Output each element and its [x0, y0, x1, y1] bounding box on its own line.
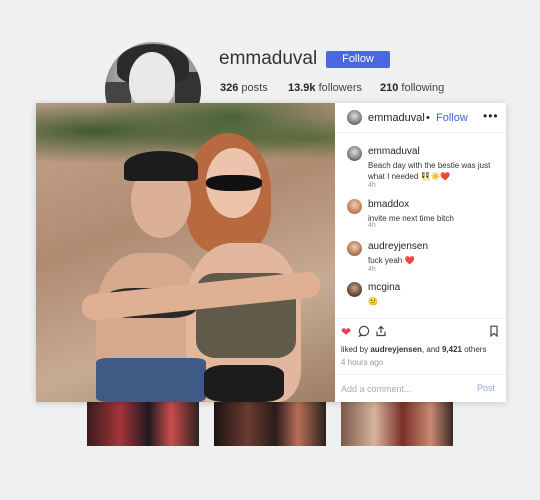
comment-text: fuck yeah ❤️ [368, 256, 415, 265]
heart-icon[interactable]: ❤ [339, 325, 353, 339]
post-photo[interactable] [36, 103, 335, 402]
post-modal: emmaduval • Follow ••• emmaduval Beach d… [36, 103, 506, 402]
following-stat[interactable]: 210 following [380, 82, 444, 94]
share-icon[interactable] [374, 325, 388, 339]
header-follow-link[interactable]: Follow [436, 112, 468, 124]
posts-label: posts [241, 82, 268, 94]
post-actions: ❤ liked by audreyjensen, and 9,421 other… [335, 318, 506, 402]
comment-time: 4h [368, 182, 376, 189]
profile-username: emmaduval [219, 48, 318, 69]
posts-count: 326 [220, 82, 239, 94]
comment-avatar[interactable] [347, 282, 362, 297]
comment-text: 😕 [368, 297, 378, 306]
grid-thumbnail[interactable] [341, 402, 453, 446]
followers-stat[interactable]: 13.9k followers [288, 82, 362, 94]
comment-avatar[interactable] [347, 241, 362, 256]
comment-text: invite me next time bitch [368, 214, 454, 223]
bookmark-icon[interactable] [487, 325, 501, 339]
comment-input[interactable] [341, 382, 461, 396]
likes-count[interactable]: 9,421 [442, 345, 462, 354]
followers-count: 13.9k [288, 82, 316, 94]
comment-username[interactable]: bmaddox [368, 199, 409, 210]
author-username[interactable]: emmaduval [368, 112, 425, 124]
post-comment-button[interactable]: Post [477, 383, 495, 393]
separator-dot: • [426, 112, 430, 124]
comment-icon[interactable] [357, 325, 371, 339]
comment-time: 4h [368, 266, 376, 273]
comment-avatar[interactable] [347, 146, 362, 161]
follow-button[interactable]: Follow [326, 51, 390, 68]
add-comment-bar: Post [335, 374, 506, 403]
grid-thumbnail[interactable] [87, 402, 199, 446]
followers-label: followers [318, 82, 362, 94]
comment-username[interactable]: mcgina [368, 282, 400, 293]
following-count: 210 [380, 82, 399, 94]
following-label: following [401, 82, 445, 94]
posts-stat: 326 posts [220, 82, 268, 94]
post-timestamp: 4 hours ago [341, 358, 384, 367]
likes-middle: , and [421, 345, 440, 354]
author-avatar[interactable] [347, 110, 362, 125]
comment-avatar[interactable] [347, 199, 362, 214]
comment-text: Beach day with the bestie was just what … [368, 161, 491, 181]
comment-time: 4h [368, 222, 376, 229]
comment-username[interactable]: emmaduval [368, 146, 420, 157]
comment-username[interactable]: audreyjensen [368, 241, 428, 252]
likes-summary: liked by audreyjensen, and 9,421 others [341, 345, 486, 354]
grid-thumbnail[interactable] [214, 402, 326, 446]
more-options-icon[interactable]: ••• [483, 109, 499, 123]
likes-user[interactable]: audreyjensen [370, 345, 422, 354]
post-header: emmaduval • Follow ••• [335, 103, 506, 133]
likes-prefix: liked by [341, 345, 369, 354]
likes-suffix: others [464, 345, 487, 354]
post-sidebar: emmaduval • Follow ••• emmaduval Beach d… [335, 103, 506, 402]
